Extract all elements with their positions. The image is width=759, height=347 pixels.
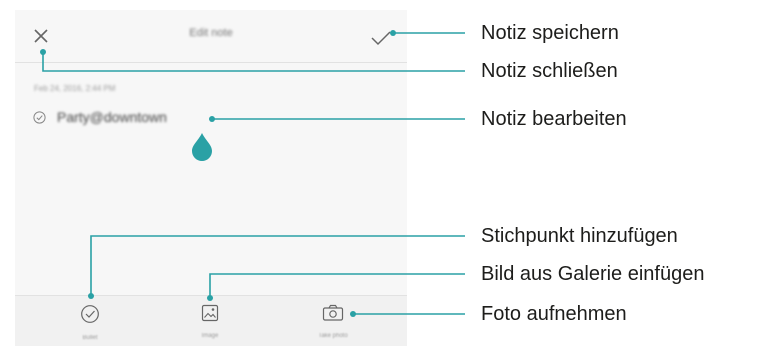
callout-lines — [40, 30, 465, 317]
callout-dot-close — [40, 49, 46, 55]
callout-dot-save — [390, 30, 396, 36]
callout-dot-bullet — [88, 293, 94, 299]
callout-take-photo: Foto aufnehmen — [481, 303, 627, 325]
callout-insert-image: Bild aus Galerie einfügen — [481, 263, 705, 285]
callout-add-bullet: Stichpunkt hinzufügen — [481, 225, 678, 247]
callout-line-close — [42, 52, 465, 72]
callout-close-note: Notiz schließen — [481, 60, 618, 82]
callout-line-bullet — [90, 235, 465, 296]
callout-line-image — [209, 273, 465, 298]
callout-edit-note: Notiz bearbeiten — [481, 108, 627, 130]
callout-dot-edit — [209, 116, 215, 122]
callout-save-note: Notiz speichern — [481, 22, 619, 44]
callout-dot-image — [207, 295, 213, 301]
callout-dot-photo — [350, 311, 356, 317]
